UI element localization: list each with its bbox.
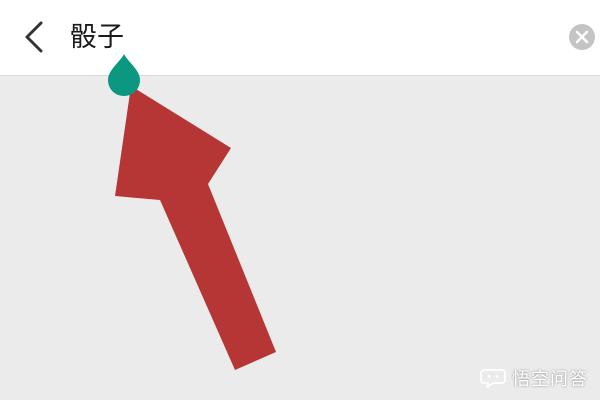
search-input[interactable]: 骰子 <box>70 18 124 58</box>
chevron-left-icon <box>25 21 43 53</box>
speech-bubble-icon <box>480 369 506 388</box>
search-bar: 骰子 <box>0 0 600 76</box>
cursor-handle-icon <box>108 54 140 96</box>
back-button[interactable] <box>14 15 54 59</box>
text-cursor-handle[interactable] <box>105 54 145 100</box>
watermark: 悟空问答 <box>480 364 588 392</box>
search-results-area <box>0 76 600 400</box>
clear-search-button[interactable] <box>567 22 597 52</box>
watermark-text: 悟空问答 <box>512 369 588 390</box>
clear-x-circle-icon <box>569 24 595 50</box>
